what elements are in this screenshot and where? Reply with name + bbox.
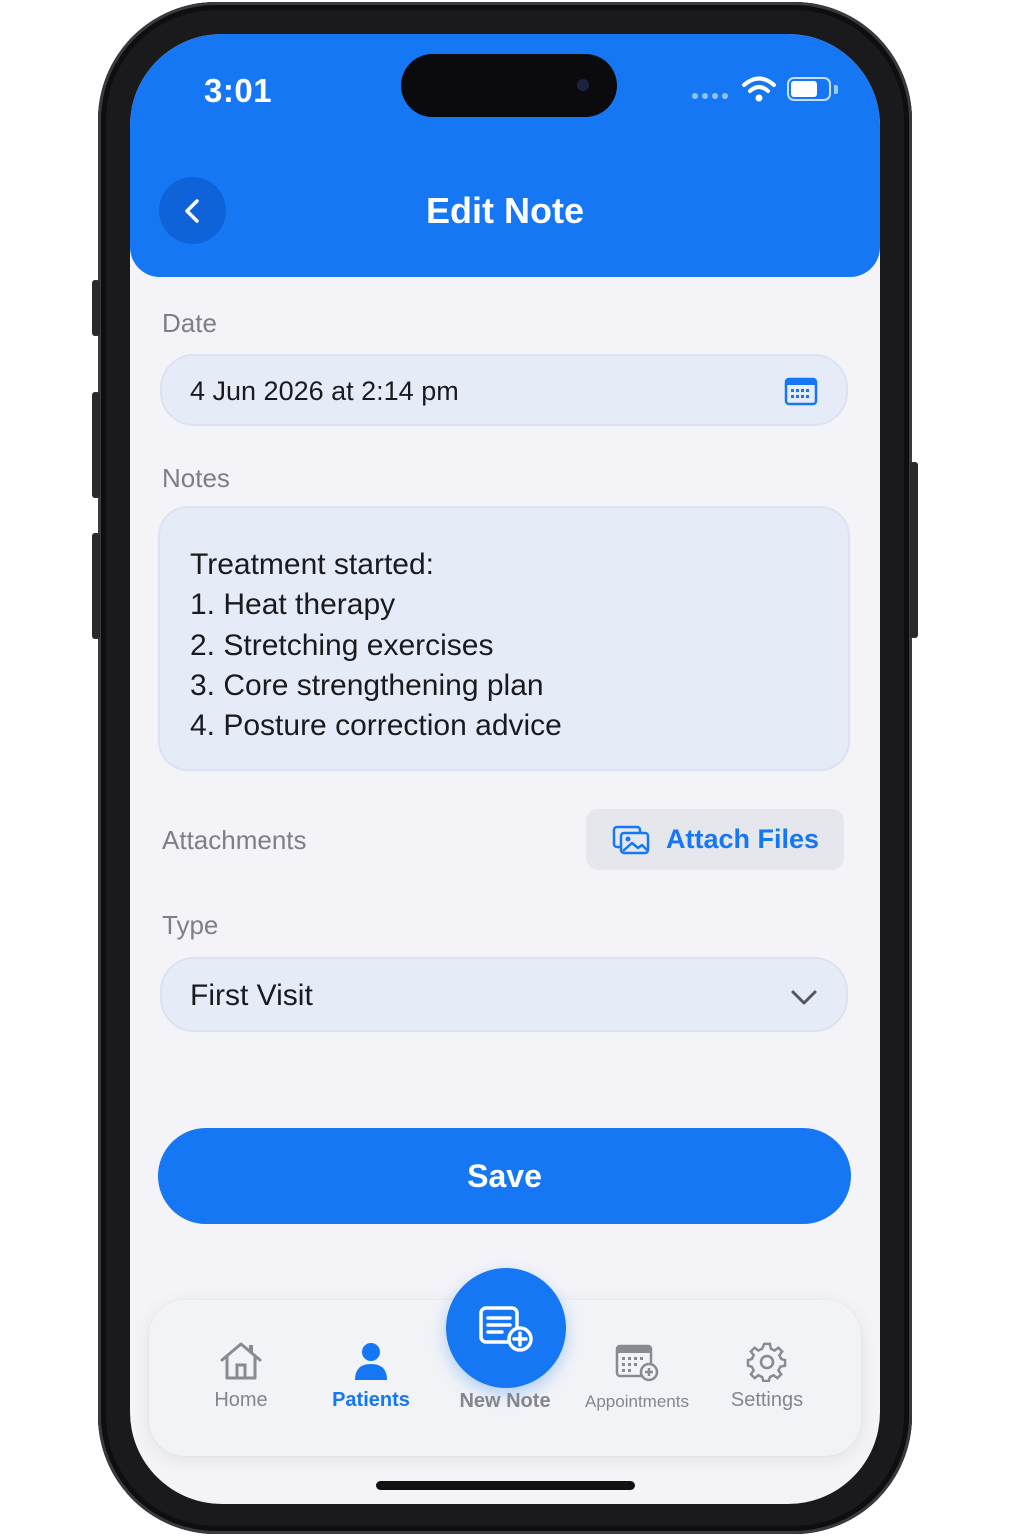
dynamic-island [401, 54, 617, 117]
gear-icon [746, 1342, 787, 1382]
date-label: Date [162, 308, 217, 338]
calendar-icon[interactable] [784, 376, 818, 406]
tab-home-label: Home [214, 1389, 268, 1411]
tab-new-note-label[interactable]: New Note [430, 1390, 580, 1413]
tab-settings[interactable]: Settings [717, 1300, 817, 1456]
images-icon [612, 825, 650, 854]
cellular-signal-icon [692, 93, 728, 99]
notes-line: Treatment started: [190, 548, 434, 581]
notes-content: Treatment started: 1. Heat therapy 2. St… [190, 545, 562, 746]
tab-home[interactable]: Home [191, 1300, 291, 1456]
power-button [910, 462, 918, 638]
header-bar: 3:01 Edit Note [130, 34, 880, 277]
chevron-down-icon [791, 990, 817, 1005]
status-time: 3:01 [204, 72, 273, 109]
tab-appointments-label: Appointments [585, 1392, 689, 1411]
tab-patients[interactable]: Patients [321, 1300, 421, 1456]
tab-settings-label: Settings [730, 1389, 804, 1411]
tab-appointments[interactable]: Appointments [575, 1300, 699, 1456]
notes-textarea[interactable]: Treatment started: 1. Heat therapy 2. St… [158, 506, 850, 771]
person-icon [355, 1343, 387, 1380]
notes-line: 4. Posture correction advice [190, 709, 562, 743]
date-value: 4 Jun 2026 at 2:14 pm [190, 376, 459, 406]
calendar-add-icon [615, 1344, 659, 1382]
app-screen: 3:01 Edit Note Date 4 Jun 2026 at 2:14 p… [130, 34, 880, 1504]
camera-icon [577, 79, 589, 91]
notes-line: 1. Heat therapy [190, 588, 396, 622]
battery-cap [834, 85, 838, 94]
attach-files-label: Attach Files [666, 824, 820, 854]
save-button[interactable]: Save [158, 1128, 851, 1224]
page-title: Edit Note [426, 190, 584, 231]
mute-switch [92, 280, 100, 336]
tab-patients-label: Patients [332, 1389, 410, 1411]
volume-down-button [92, 533, 100, 639]
attachments-label: Attachments [162, 825, 307, 855]
notes-label: Notes [162, 463, 230, 493]
home-indicator[interactable] [376, 1481, 635, 1490]
volume-up-button [92, 392, 100, 498]
type-label: Type [162, 910, 219, 940]
notes-line: 3. Core strengthening plan [190, 668, 544, 702]
type-select[interactable]: First Visit [160, 957, 848, 1032]
notes-line: 2. Stretching exercises [190, 628, 494, 662]
date-field[interactable]: 4 Jun 2026 at 2:14 pm [160, 354, 848, 426]
new-note-button[interactable] [446, 1268, 566, 1388]
attach-files-button[interactable]: Attach Files [586, 809, 844, 870]
note-add-icon [479, 1306, 533, 1352]
battery-icon [787, 77, 831, 101]
house-icon [220, 1342, 262, 1380]
type-value: First Visit [190, 979, 313, 1012]
wifi-icon [742, 76, 776, 102]
